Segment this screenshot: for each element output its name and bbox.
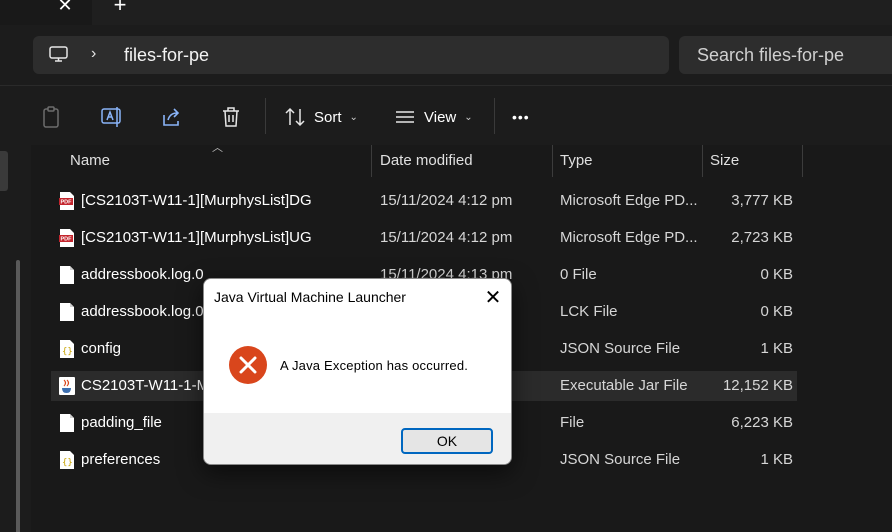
- column-header-name[interactable]: Name: [51, 145, 371, 177]
- error-icon: [229, 346, 267, 384]
- file-name: addressbook.log.0: [81, 303, 204, 320]
- breadcrumb-chevron-icon[interactable]: ›: [91, 45, 96, 63]
- toolbar-separator: [265, 98, 266, 134]
- file-name: CS2103T-W11-1-M: [81, 377, 210, 394]
- file-name: preferences: [81, 451, 161, 468]
- ok-button[interactable]: OK: [401, 428, 493, 454]
- file-size: 6,223 KB: [731, 414, 793, 431]
- paste-icon: [43, 106, 59, 128]
- sort-icon: [285, 107, 305, 127]
- nav-scrollbar[interactable]: [16, 260, 20, 532]
- share-icon: [163, 108, 180, 126]
- view-button[interactable]: View ⌄: [394, 104, 473, 130]
- dialog-footer: OK: [204, 413, 511, 464]
- file-size: 0 KB: [760, 266, 793, 283]
- paste-button[interactable]: [41, 104, 61, 130]
- file-type: JSON Source File: [560, 340, 681, 357]
- file-name: config: [81, 340, 122, 357]
- dialog-title-bar[interactable]: Java Virtual Machine Launcher ✕: [204, 279, 511, 317]
- share-button[interactable]: [161, 104, 183, 130]
- column-header-size[interactable]: Size: [703, 145, 803, 177]
- view-icon: [396, 111, 414, 123]
- pdf-icon: PDF: [59, 229, 74, 247]
- file-type: Executable Jar File: [560, 377, 688, 394]
- file-size: 3,777 KB: [731, 192, 793, 209]
- file-name: [CS2103T-W11-1][MurphysList]UG: [81, 229, 312, 246]
- dialog-message: A Java Exception has occurred.: [280, 358, 469, 373]
- column-header-label: Type: [560, 152, 593, 169]
- active-tab[interactable]: ✕: [0, 0, 92, 25]
- file-size: 12,152 KB: [722, 377, 793, 394]
- sort-label: Sort: [314, 108, 342, 126]
- cut-icon: [0, 106, 6, 128]
- this-pc-icon[interactable]: [49, 46, 68, 62]
- address-row: › files-for-pe Search files-for-pe: [0, 25, 892, 85]
- dialog-body: A Java Exception has occurred.: [204, 317, 511, 413]
- sort-button[interactable]: Sort ⌄: [284, 104, 358, 130]
- error-dialog: Java Virtual Machine Launcher ✕ A Java E…: [203, 278, 512, 465]
- svg-text:PDF: PDF: [61, 200, 73, 206]
- file-row[interactable]: PDF [CS2103T-W11-1][MurphysList]DG 15/11…: [51, 186, 797, 216]
- file-type: LCK File: [560, 303, 618, 320]
- pdf-icon: PDF: [59, 192, 74, 210]
- trash-icon: [223, 107, 239, 127]
- json-icon: {}: [60, 451, 74, 469]
- file-type: Microsoft Edge PD...: [560, 229, 698, 246]
- delete-button[interactable]: [221, 104, 241, 130]
- file-type: Microsoft Edge PD...: [560, 192, 698, 209]
- rename-icon: [101, 107, 121, 127]
- breadcrumb-folder[interactable]: files-for-pe: [124, 45, 209, 66]
- more-options-button[interactable]: •••: [512, 104, 530, 130]
- svg-text:{}: {}: [62, 458, 73, 468]
- command-bar: Sort ⌄ View ⌄ •••: [0, 85, 892, 145]
- file-size: 1 KB: [760, 451, 793, 468]
- dialog-title: Java Virtual Machine Launcher: [214, 289, 406, 305]
- column-header-label: Name: [70, 152, 111, 169]
- file-date: 15/11/2024 4:12 pm: [380, 192, 513, 209]
- jar-icon: [59, 377, 75, 395]
- more-icon: •••: [512, 109, 530, 125]
- file-icon: [60, 414, 74, 432]
- column-header-label: Date modified: [380, 152, 473, 169]
- address-bar[interactable]: › files-for-pe: [33, 36, 669, 74]
- file-icon: [60, 303, 74, 321]
- view-label: View: [424, 108, 457, 126]
- file-name: padding_file: [81, 414, 162, 431]
- column-header-label: Size: [710, 152, 740, 169]
- rename-button[interactable]: [101, 104, 123, 130]
- json-icon: {}: [60, 340, 74, 358]
- tab-strip: ✕ +: [0, 0, 892, 25]
- file-size: 2,723 KB: [731, 229, 793, 246]
- toolbar-separator: [494, 98, 495, 134]
- file-row[interactable]: PDF [CS2103T-W11-1][MurphysList]UG 15/11…: [51, 223, 797, 253]
- chevron-down-icon: ⌄: [464, 111, 473, 123]
- search-placeholder: Search files-for-pe: [697, 45, 845, 65]
- column-header-type[interactable]: Type: [553, 145, 702, 177]
- chevron-down-icon: ⌄: [349, 111, 358, 123]
- close-tab-icon[interactable]: ✕: [56, 0, 74, 14]
- navigation-pane[interactable]: [0, 145, 31, 532]
- file-type: File: [560, 414, 585, 431]
- file-icon: [60, 266, 74, 284]
- search-input[interactable]: Search files-for-pe: [679, 36, 892, 74]
- svg-text:{}: {}: [62, 347, 73, 357]
- new-tab-icon[interactable]: +: [111, 0, 129, 16]
- file-name: [CS2103T-W11-1][MurphysList]DG: [81, 192, 312, 209]
- svg-text:PDF: PDF: [61, 237, 73, 243]
- nav-selected-indicator: [0, 151, 8, 191]
- column-header-date[interactable]: Date modified: [372, 145, 552, 177]
- file-type: JSON Source File: [560, 451, 681, 468]
- file-type: 0 File: [560, 266, 597, 283]
- file-size: 0 KB: [760, 303, 793, 320]
- column-divider[interactable]: [802, 145, 803, 177]
- file-name: addressbook.log.0: [81, 266, 204, 283]
- sort-ascending-icon: ︿: [212, 142, 223, 154]
- cut-button[interactable]: [0, 104, 6, 130]
- file-date: 15/11/2024 4:12 pm: [380, 229, 513, 246]
- close-icon[interactable]: ✕: [473, 279, 511, 317]
- file-size: 1 KB: [760, 340, 793, 357]
